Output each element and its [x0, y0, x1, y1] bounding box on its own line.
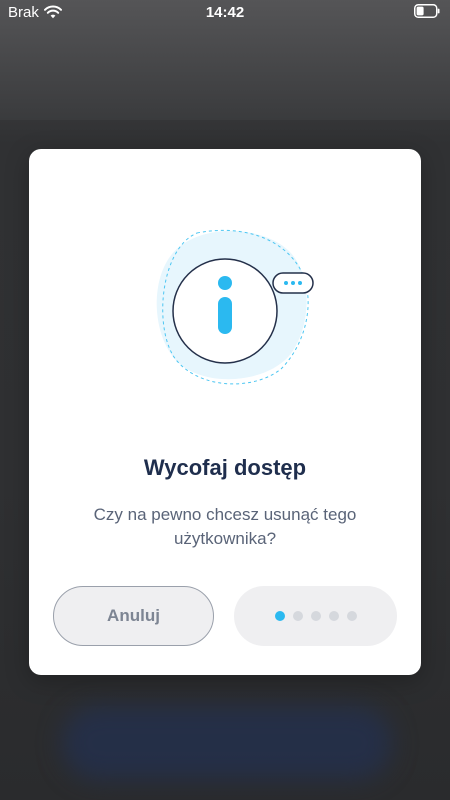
loading-dot — [274, 611, 285, 621]
cancel-button[interactable]: Anuluj — [53, 586, 214, 646]
loading-dot — [292, 611, 303, 621]
battery-icon — [414, 4, 440, 18]
loading-dot — [328, 611, 339, 621]
info-icon — [156, 229, 314, 385]
revoke-access-dialog: Wycofaj dostęp Czy na pewno chcesz usuną… — [29, 149, 421, 675]
dialog-message: Czy na pewno chcesz usunąć tego użytkown… — [93, 505, 357, 548]
dialog-title: Wycofaj dostęp — [143, 455, 307, 480]
loading-dot — [310, 611, 321, 621]
background-blurred-button — [62, 706, 392, 780]
loading-dot — [346, 611, 357, 621]
confirm-button-loading[interactable] — [234, 586, 397, 646]
cancel-button-label: Anuluj — [107, 606, 160, 625]
status-bar: Brak 14:42 — [0, 0, 450, 26]
status-time: 14:42 — [205, 4, 245, 21]
